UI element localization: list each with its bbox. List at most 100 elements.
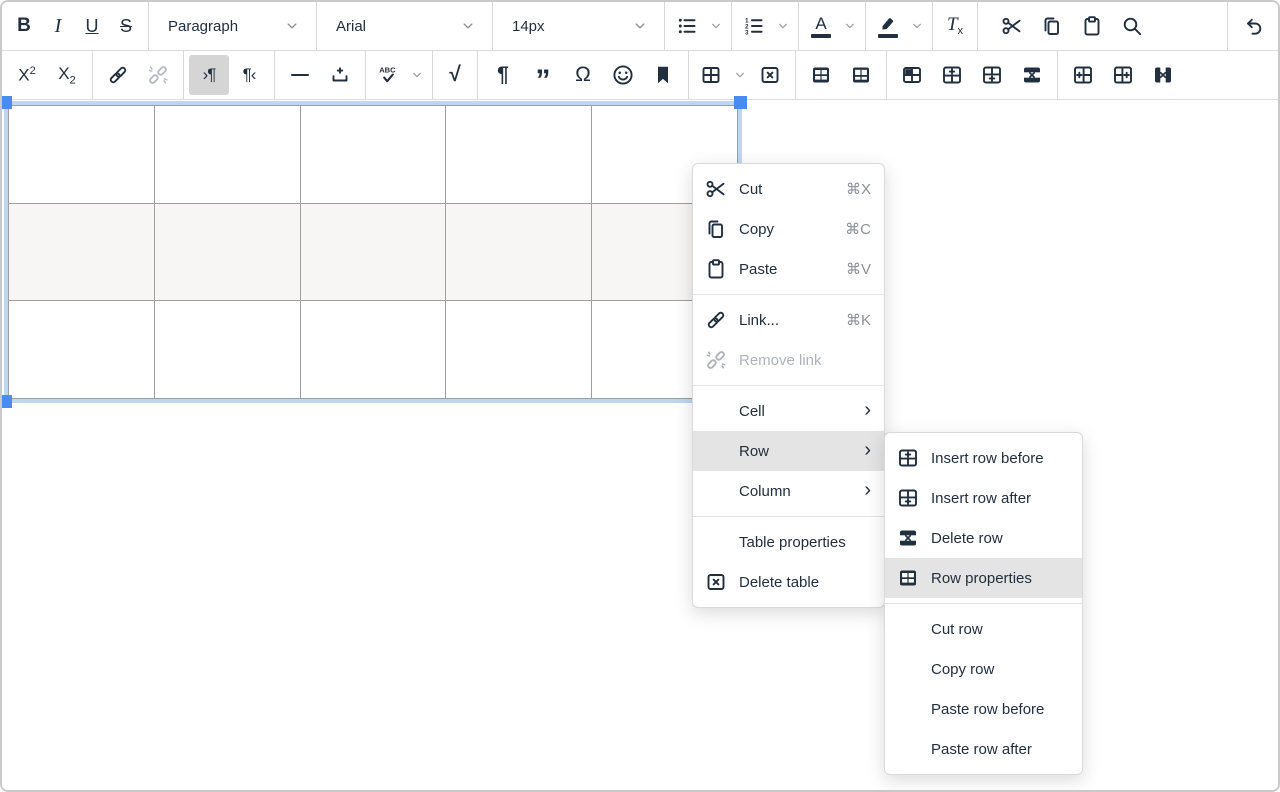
group-text-color: A [799,2,866,50]
insert-row-after-button[interactable] [972,55,1012,95]
table-cell[interactable] [154,301,300,399]
insert-link-button[interactable] [98,55,138,95]
nonbreaking-space-button[interactable] [320,55,360,95]
paragraph-marks-button[interactable]: ¶ [483,55,523,95]
ltr-direction-button[interactable]: ›¶ [189,55,229,95]
clear-formatting-button[interactable]: Tx [938,6,972,46]
menu-item-label: Remove link [739,352,871,369]
menu-item-paste-row-after[interactable]: Paste row after [885,729,1082,769]
menu-item-cut[interactable]: Cut ⌘X [693,169,884,209]
menu-icon-spacer [896,697,920,721]
menu-item-row-properties[interactable]: Row properties [885,558,1082,598]
table-resize-handle-top-right[interactable] [734,96,747,109]
rtl-direction-button[interactable]: ¶‹ [229,55,269,95]
special-character-button[interactable]: Ω [563,55,603,95]
menu-item-remove-link[interactable]: Remove link [693,340,884,380]
equation-button[interactable]: √ [438,55,472,95]
bullet-list-menu-button[interactable] [704,6,726,46]
menu-item-paste-row-before[interactable]: Paste row before [885,689,1082,729]
insert-column-before-button[interactable] [1063,55,1103,95]
table-cell[interactable] [154,203,300,301]
menu-item-delete-row[interactable]: Delete row [885,518,1082,558]
insert-row-before-button[interactable] [932,55,972,95]
remove-link-button[interactable] [138,55,178,95]
editor-canvas[interactable] [2,100,1278,790]
subscript-button[interactable]: X2 [47,55,87,95]
menu-item-delete-table[interactable]: Delete table [693,562,884,602]
menu-item-copy-row[interactable]: Copy row [885,649,1082,689]
text-color-menu-button[interactable] [838,6,860,46]
table-row-properties-icon [896,566,920,590]
menu-item-cut-row[interactable]: Cut row [885,609,1082,649]
numbered-list-button[interactable] [737,6,771,46]
font-size-dropdown[interactable]: 14px [498,6,659,46]
superscript-button[interactable]: X2 [7,55,47,95]
delete-table-button[interactable] [750,55,790,95]
copy-icon [1040,14,1064,38]
undo-button[interactable] [1233,6,1273,46]
table-cell[interactable] [300,106,446,204]
underline-button[interactable]: U [75,6,109,46]
table-resize-handle-bottom-left[interactable] [0,395,12,408]
table-cell[interactable] [9,106,155,204]
font-family-dropdown[interactable]: Arial [322,6,487,46]
menu-item-label: Row properties [931,570,1069,587]
table-cell[interactable] [9,203,155,301]
blockquote-button[interactable]: ” [523,55,563,95]
numbered-list-menu-button[interactable] [771,6,793,46]
strikethrough-button[interactable]: S [109,6,143,46]
merge-cells-button[interactable] [892,55,932,95]
menu-item-paste[interactable]: Paste ⌘V [693,249,884,289]
insert-column-after-button[interactable] [1103,55,1143,95]
spellcheck-menu-button[interactable] [405,55,427,95]
strikethrough-icon: S [120,16,132,37]
delete-column-button[interactable] [1143,55,1183,95]
menu-item-copy[interactable]: Copy ⌘C [693,209,884,249]
menu-item-shortcut: ⌘V [846,260,871,278]
block-format-dropdown[interactable]: Paragraph [154,6,311,46]
table-cell[interactable] [446,106,592,204]
table-cell[interactable] [446,203,592,301]
bullet-list-button[interactable] [670,6,704,46]
menu-item-cell[interactable]: Cell › [693,391,884,431]
table-cell[interactable] [300,203,446,301]
anchor-button[interactable] [643,55,683,95]
menu-item-insert-row-after[interactable]: Insert row after [885,478,1082,518]
font-size-value: 14px [512,18,545,35]
insert-table-menu-button[interactable] [728,55,750,95]
italic-button[interactable]: I [41,6,75,46]
menu-item-insert-row-before[interactable]: Insert row before [885,438,1082,478]
chevron-down-icon [732,67,748,83]
table-cell[interactable] [154,106,300,204]
emoji-button[interactable] [603,55,643,95]
cell-properties-button[interactable] [841,55,881,95]
cut-button[interactable] [992,6,1032,46]
menu-item-shortcut: ⌘X [846,180,871,198]
menu-item-link[interactable]: Link... ⌘K [693,300,884,340]
menu-item-table-properties[interactable]: Table properties [693,522,884,562]
bold-button[interactable]: B [7,6,41,46]
menu-icon-spacer [896,737,920,761]
menu-item-column[interactable]: Column › [693,471,884,511]
selected-table[interactable] [8,105,738,399]
table-cell[interactable] [446,301,592,399]
highlight-color-menu-button[interactable] [905,6,927,46]
horizontal-rule-button[interactable] [280,55,320,95]
context-menu: Cut ⌘X Copy ⌘C Paste ⌘V Link... ⌘K Remov… [692,163,885,608]
text-color-button[interactable]: A [804,6,838,46]
table-row [9,203,738,301]
highlight-color-button[interactable] [871,6,905,46]
delete-row-button[interactable] [1012,55,1052,95]
search-button[interactable] [1112,6,1152,46]
menu-item-row[interactable]: Row › [693,431,884,471]
row-properties-button[interactable] [801,55,841,95]
spellcheck-button[interactable] [371,55,405,95]
table-cell[interactable] [300,301,446,399]
copy-button[interactable] [1032,6,1072,46]
scissors-icon [704,177,728,201]
insert-table-button[interactable] [694,55,728,95]
paste-button[interactable] [1072,6,1112,46]
chevron-down-icon [631,17,649,35]
table-cell[interactable] [9,301,155,399]
table-resize-handle-top-left[interactable] [0,96,12,109]
